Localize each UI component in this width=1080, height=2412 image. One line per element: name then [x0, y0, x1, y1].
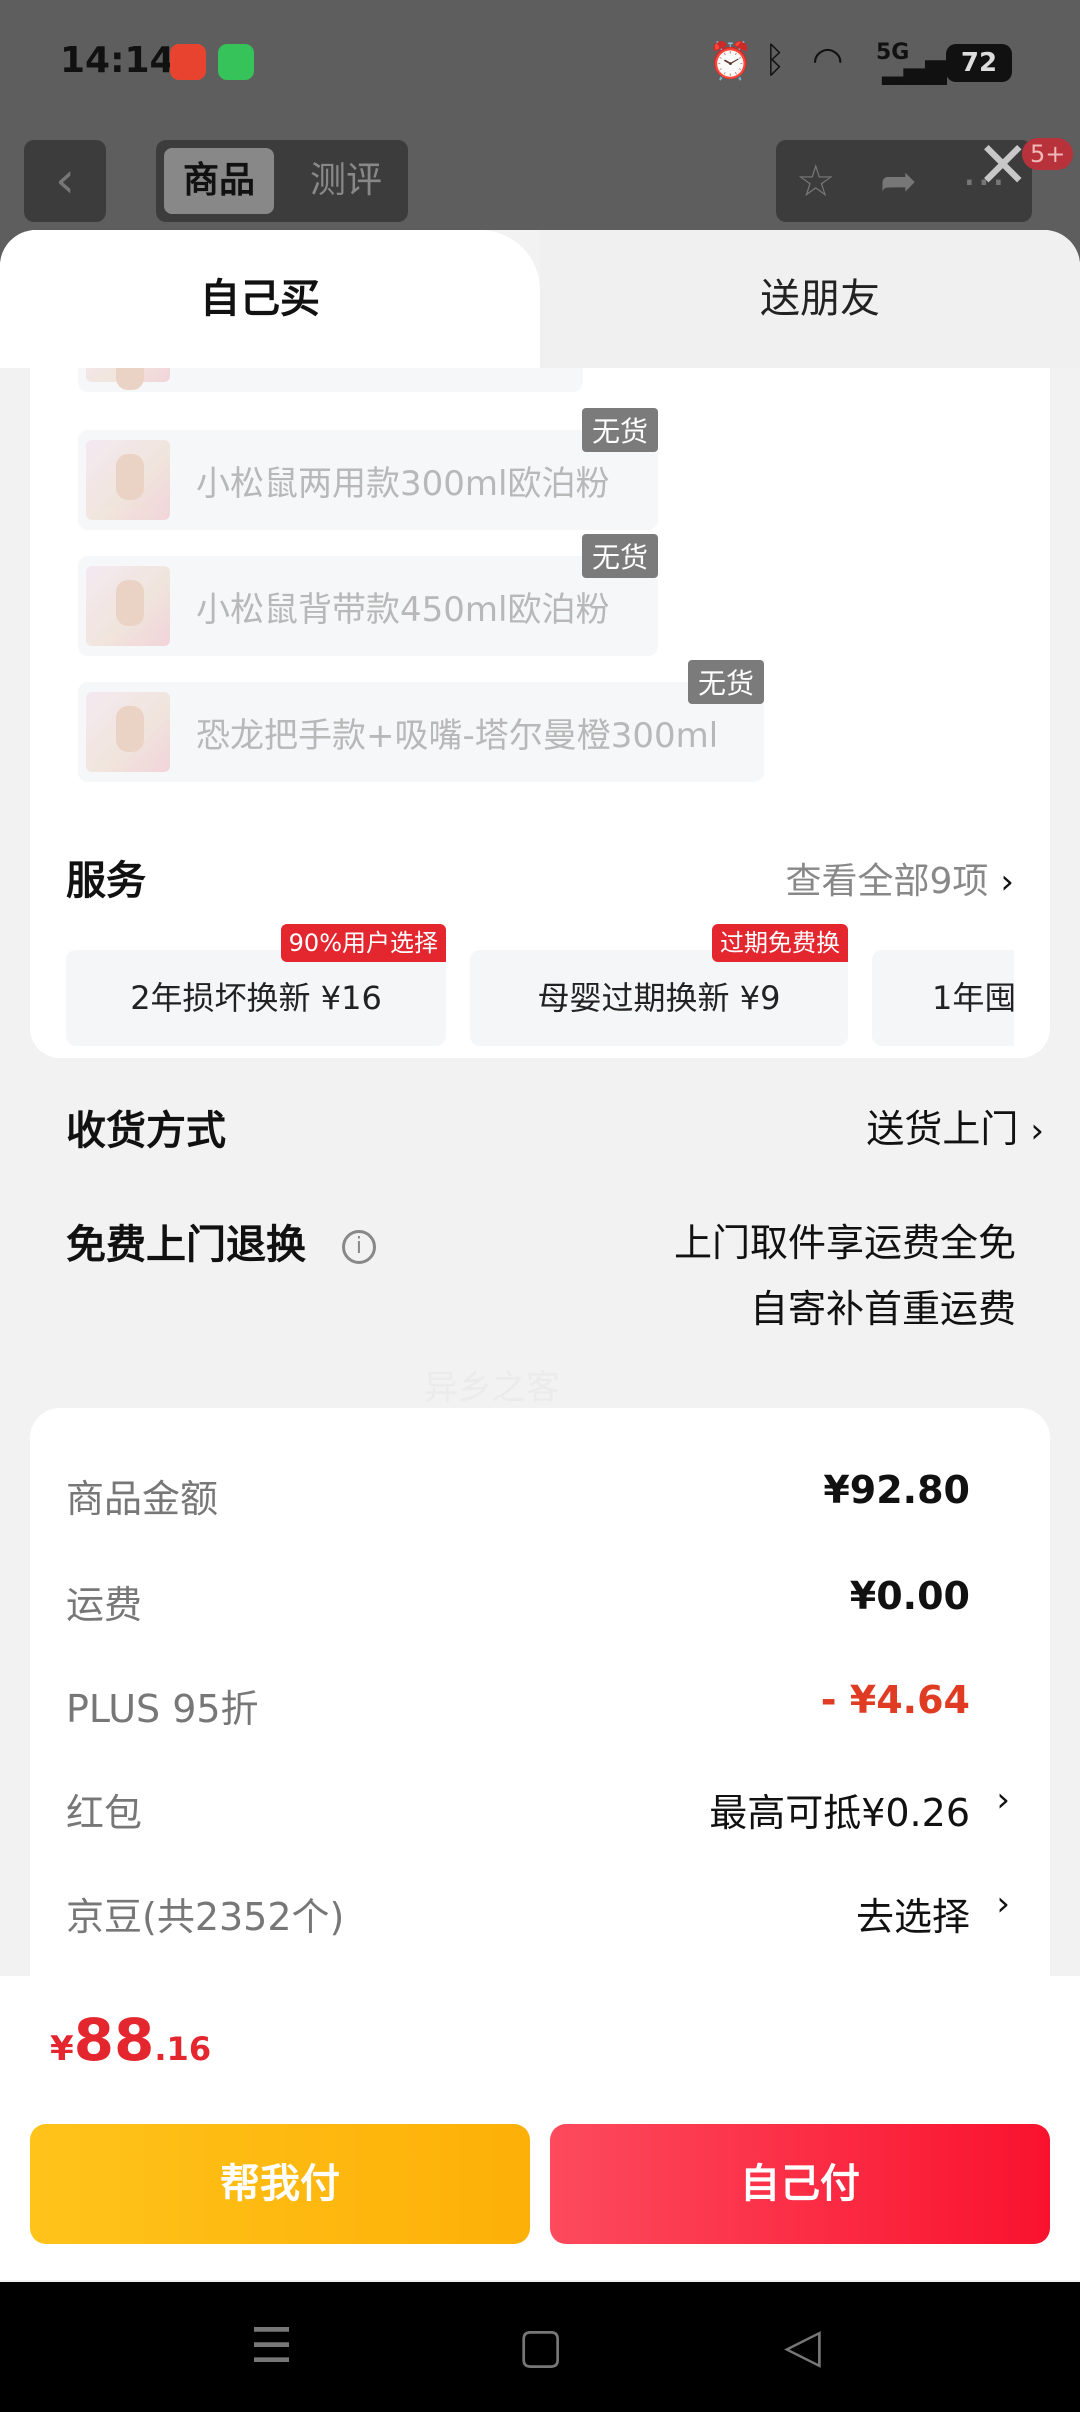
out-of-stock-badge: 无货: [581, 534, 658, 578]
jingdou-label: 京豆(共2352个): [66, 1895, 345, 1939]
sku-thumbnail: [86, 440, 170, 520]
jingdou-selector[interactable]: 去选择: [856, 1886, 970, 1941]
tab-send-friend[interactable]: 送朋友: [540, 230, 1080, 368]
sku-thumbnail: [86, 566, 170, 646]
free-return-title: 免费上门退换 i: [66, 1212, 376, 1270]
checkout-bar: ¥88.16 帮我付 自己付: [0, 1976, 1080, 2280]
back-nav-icon[interactable]: ◁: [784, 2318, 821, 2374]
sku-thumbnail: [86, 692, 170, 772]
background-tabs: 商品 测评: [156, 140, 408, 222]
goods-amount-value: ¥92.80: [823, 1468, 970, 1512]
total-integer: 88: [73, 2006, 155, 2074]
total-price: ¥88.16: [50, 2006, 211, 2074]
sku-label: 小松鼠两用款300ml欧泊粉: [196, 464, 610, 504]
home-icon[interactable]: ▢: [518, 2318, 563, 2374]
info-icon[interactable]: i: [341, 1230, 376, 1264]
price-summary-card: 商品金额 ¥92.80 运费 ¥0.00 PLUS 95折 - ¥4.64 红包…: [30, 1408, 1050, 2028]
currency-symbol: ¥: [50, 2029, 74, 2069]
battery-icon: 72: [946, 44, 1012, 82]
sku-option[interactable]: 小松鼠两用款300ml欧泊粉 无货: [78, 408, 658, 530]
view-all-label: 查看全部9项: [785, 861, 989, 902]
service-option[interactable]: 1年囤: [872, 950, 1014, 1046]
service-label: 1年囤: [932, 979, 1014, 1017]
alarm-icon: ⏰: [708, 41, 753, 82]
red-packet-value: 最高可抵¥0.26: [709, 1791, 970, 1835]
free-return-detail: 上门取件享运费全免 自寄补首重运费: [674, 1210, 1016, 1342]
service-tag: 过期免费换: [712, 924, 848, 962]
chevron-right-icon: ›: [1000, 862, 1014, 902]
service-label: 2年损坏换新 ¥16: [130, 979, 382, 1017]
chevron-right-icon: ›: [996, 1780, 1010, 1820]
delivery-title: 收货方式: [66, 1108, 226, 1154]
close-icon[interactable]: ✕: [976, 134, 1030, 198]
chevron-right-icon: ›: [996, 1884, 1010, 1924]
sku-option[interactable]: 小松鼠背带款450ml欧泊粉 无货: [78, 534, 658, 656]
out-of-stock-badge: 无货: [581, 408, 658, 452]
service-option[interactable]: 母婴过期换新 ¥9 过期免费换: [470, 924, 848, 1046]
signal-icon: ▂▄▆: [882, 52, 947, 85]
tab-self-buy[interactable]: 自己买: [0, 230, 540, 368]
notification-badge: 5+: [1022, 138, 1074, 170]
red-packet-selector[interactable]: 最高可抵¥0.26: [709, 1782, 970, 1837]
status-bar: 14:14 ⏰ ᛒ ◠ 5G ▂▄▆ 72: [0, 0, 1080, 125]
view-all-services-link[interactable]: 查看全部9项 ›: [785, 852, 1014, 904]
shipping-value: ¥0.00: [849, 1574, 970, 1618]
sku-option-partial[interactable]: [78, 368, 583, 392]
help-pay-button[interactable]: 帮我付: [30, 2124, 530, 2244]
status-time: 14:14: [60, 40, 175, 81]
video-app-notification-icon: [170, 44, 206, 80]
self-pay-button[interactable]: 自己付: [550, 2124, 1050, 2244]
purchase-mode-tabs: 送朋友 自己买: [0, 230, 1080, 368]
purchase-sheet: 送朋友 自己买 小松鼠两用款300ml欧泊粉 无货 小松鼠背带款450ml欧泊粉…: [0, 230, 1080, 2282]
chevron-right-icon: ›: [1030, 1111, 1044, 1151]
back-icon[interactable]: ‹: [24, 140, 106, 222]
bluetooth-icon: ᛒ: [764, 40, 786, 81]
total-decimal: .16: [154, 2030, 212, 2068]
message-app-notification-icon: [218, 44, 254, 80]
free-return-label: 免费上门退换: [66, 1222, 306, 1268]
star-icon[interactable]: ☆: [796, 156, 835, 207]
tab-send-friend-label: 送朋友: [760, 276, 880, 322]
menu-icon[interactable]: ☰: [250, 2318, 293, 2374]
watermark: 异乡之客: [424, 1368, 560, 1408]
plus-discount-label: PLUS 95折: [66, 1687, 259, 1731]
tab-self-buy-label: 自己买: [200, 276, 320, 322]
services-title: 服务: [66, 858, 146, 904]
delivery-method-selector[interactable]: 送货上门 ›: [866, 1098, 1044, 1153]
jingdou-value: 去选择: [855, 1895, 970, 1939]
share-icon[interactable]: ➦: [880, 156, 917, 207]
sku-label: 恐龙把手款+吸嘴-塔尔曼橙300ml: [196, 716, 719, 756]
sku-thumbnail: [86, 368, 170, 390]
delivery-value: 送货上门: [866, 1107, 1019, 1151]
shipping-label: 运费: [66, 1583, 143, 1627]
sku-label: 小松鼠背带款450ml欧泊粉: [196, 590, 610, 630]
background-nav: ‹ 商品 测评 ☆ ➦ ⋯: [0, 140, 1080, 224]
system-navigation-bar: ☰ ▢ ◁: [0, 2282, 1080, 2412]
service-tag: 90%用户选择: [280, 924, 446, 962]
plus-discount-value: - ¥4.64: [820, 1678, 970, 1722]
service-label: 母婴过期换新 ¥9: [537, 979, 781, 1017]
tab-review[interactable]: 测评: [296, 148, 396, 214]
wifi-icon: ◠: [812, 40, 844, 81]
goods-amount-label: 商品金额: [66, 1477, 219, 1521]
red-packet-label: 红包: [66, 1791, 143, 1835]
out-of-stock-badge: 无货: [687, 660, 764, 704]
tab-goods[interactable]: 商品: [164, 148, 274, 214]
free-return-line2: 自寄补首重运费: [749, 1287, 1016, 1331]
free-return-line1: 上门取件享运费全免: [673, 1221, 1016, 1265]
sku-option[interactable]: 恐龙把手款+吸嘴-塔尔曼橙300ml 无货: [78, 660, 764, 782]
service-option[interactable]: 2年损坏换新 ¥16 90%用户选择: [66, 924, 446, 1046]
